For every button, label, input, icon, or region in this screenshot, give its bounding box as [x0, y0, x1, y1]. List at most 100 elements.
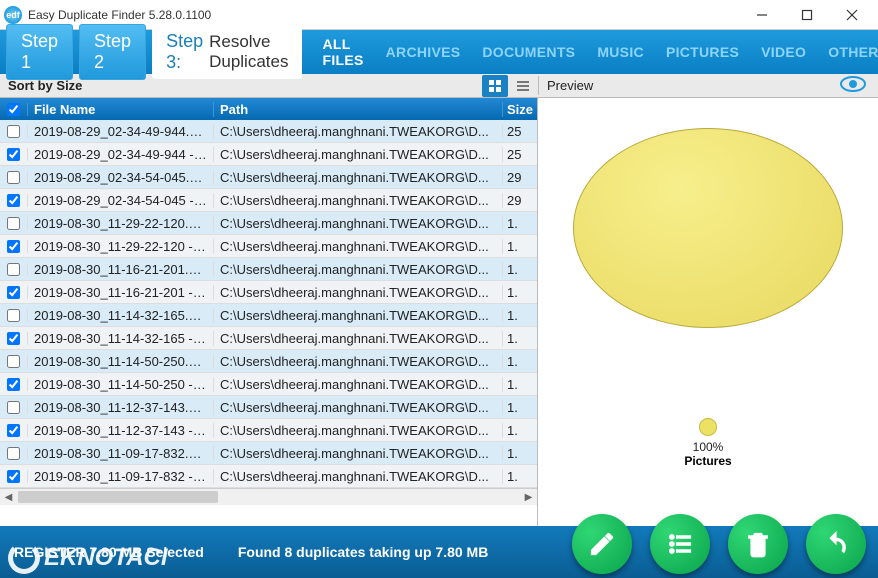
row-checkbox[interactable]	[7, 171, 20, 184]
sort-by-label[interactable]: Sort by Size	[0, 78, 482, 93]
row-path: C:\Users\dheeraj.manghnani.TWEAKORG\D...	[214, 216, 503, 231]
status-bar: REGISTER 7.80 MB Selected Found 8 duplic…	[0, 526, 878, 578]
close-button[interactable]	[829, 1, 874, 29]
table-row[interactable]: 2019-08-30_11-14-50-250.pngC:\Users\dhee…	[0, 350, 537, 373]
row-checkbox[interactable]	[7, 263, 20, 276]
row-checkbox[interactable]	[7, 125, 20, 138]
row-checkbox[interactable]	[7, 355, 20, 368]
row-checkbox-cell[interactable]	[0, 470, 28, 483]
row-checkbox-cell[interactable]	[0, 378, 28, 391]
table-row[interactable]: 2019-08-29_02-34-49-944 - C...C:\Users\d…	[0, 143, 537, 166]
table-row[interactable]: 2019-08-30_11-09-17-832 - C...C:\Users\d…	[0, 465, 537, 488]
row-checkbox-cell[interactable]	[0, 194, 28, 207]
row-checkbox[interactable]	[7, 148, 20, 161]
row-checkbox-cell[interactable]	[0, 263, 28, 276]
table-row[interactable]: 2019-08-30_11-09-17-832.pngC:\Users\dhee…	[0, 442, 537, 465]
table-row[interactable]: 2019-08-30_11-14-32-165.pngC:\Users\dhee…	[0, 304, 537, 327]
table-row[interactable]: 2019-08-29_02-34-54-045.pngC:\Users\dhee…	[0, 166, 537, 189]
horizontal-scrollbar[interactable]: ◀ ▶	[0, 488, 537, 505]
app-logo-icon: edf	[4, 6, 22, 24]
row-size: 1.	[503, 216, 537, 231]
header-checkbox-cell[interactable]	[0, 103, 28, 116]
row-checkbox[interactable]	[7, 240, 20, 253]
row-checkbox[interactable]	[7, 332, 20, 345]
row-filename: 2019-08-30_11-14-32-165.png	[28, 308, 214, 323]
table-row[interactable]: 2019-08-30_11-16-21-201.pngC:\Users\dhee…	[0, 258, 537, 281]
row-checkbox-cell[interactable]	[0, 171, 28, 184]
preview-eye-icon[interactable]	[840, 76, 866, 95]
row-path: C:\Users\dheeraj.manghnani.TWEAKORG\D...	[214, 170, 503, 185]
row-checkbox[interactable]	[7, 217, 20, 230]
row-filename: 2019-08-30_11-16-21-201 - C...	[28, 285, 214, 300]
filter-video[interactable]: VIDEO	[753, 44, 814, 60]
filter-other[interactable]: OTHER	[820, 44, 878, 60]
filter-pictures[interactable]: PICTURES	[658, 44, 747, 60]
step-3-active[interactable]: Step 3: Resolve Duplicates	[152, 25, 302, 79]
row-checkbox[interactable]	[7, 194, 20, 207]
row-checkbox[interactable]	[7, 378, 20, 391]
row-path: C:\Users\dheeraj.manghnani.TWEAKORG\D...	[214, 193, 503, 208]
row-size: 1.	[503, 469, 537, 484]
preview-panel: 100% Pictures	[538, 98, 878, 526]
column-filename[interactable]: File Name	[28, 102, 214, 117]
grid-view-icon[interactable]	[482, 75, 508, 97]
row-checkbox[interactable]	[7, 401, 20, 414]
row-checkbox[interactable]	[7, 424, 20, 437]
row-path: C:\Users\dheeraj.manghnani.TWEAKORG\D...	[214, 400, 503, 415]
row-path: C:\Users\dheeraj.manghnani.TWEAKORG\D...	[214, 446, 503, 461]
row-path: C:\Users\dheeraj.manghnani.TWEAKORG\D...	[214, 147, 503, 162]
table-row[interactable]: 2019-08-29_02-34-49-944.pngC:\Users\dhee…	[0, 120, 537, 143]
sub-header: Sort by Size Preview	[0, 74, 878, 98]
row-filename: 2019-08-30_11-12-37-143.png	[28, 400, 214, 415]
select-all-checkbox[interactable]	[7, 103, 20, 116]
maximize-button[interactable]	[784, 1, 829, 29]
table-row[interactable]: 2019-08-30_11-14-50-250 - C...C:\Users\d…	[0, 373, 537, 396]
row-checkbox-cell[interactable]	[0, 217, 28, 230]
scroll-right-icon[interactable]: ▶	[520, 489, 537, 506]
row-checkbox-cell[interactable]	[0, 447, 28, 460]
row-checkbox-cell[interactable]	[0, 355, 28, 368]
row-checkbox-cell[interactable]	[0, 240, 28, 253]
minimize-button[interactable]	[739, 1, 784, 29]
scroll-thumb[interactable]	[18, 491, 218, 503]
step-3-label: Step 3:	[166, 31, 203, 73]
table-row[interactable]: 2019-08-29_02-34-54-045 - C...C:\Users\d…	[0, 189, 537, 212]
select-list-button[interactable]	[650, 514, 710, 574]
scroll-left-icon[interactable]: ◀	[0, 489, 17, 506]
row-checkbox-cell[interactable]	[0, 309, 28, 322]
row-size: 1.	[503, 262, 537, 277]
table-body: 2019-08-29_02-34-49-944.pngC:\Users\dhee…	[0, 120, 537, 488]
row-checkbox[interactable]	[7, 286, 20, 299]
row-checkbox[interactable]	[7, 309, 20, 322]
row-checkbox-cell[interactable]	[0, 148, 28, 161]
register-status[interactable]: REGISTER 7.80 MB Selected	[14, 544, 204, 560]
column-size[interactable]: Size	[503, 102, 537, 117]
delete-button[interactable]	[728, 514, 788, 574]
row-checkbox[interactable]	[7, 447, 20, 460]
table-row[interactable]: 2019-08-30_11-29-22-120.pngC:\Users\dhee…	[0, 212, 537, 235]
step-1-button[interactable]: Step 1	[6, 24, 73, 80]
row-path: C:\Users\dheeraj.manghnani.TWEAKORG\D...	[214, 377, 503, 392]
row-checkbox-cell[interactable]	[0, 424, 28, 437]
table-row[interactable]: 2019-08-30_11-29-22-120 - C...C:\Users\d…	[0, 235, 537, 258]
table-row[interactable]: 2019-08-30_11-14-32-165 - C...C:\Users\d…	[0, 327, 537, 350]
filter-music[interactable]: MUSIC	[589, 44, 652, 60]
row-checkbox-cell[interactable]	[0, 332, 28, 345]
step-2-button[interactable]: Step 2	[79, 24, 146, 80]
window-title: Easy Duplicate Finder 5.28.0.1100	[28, 8, 739, 22]
row-checkbox[interactable]	[7, 470, 20, 483]
filter-archives[interactable]: ARCHIVES	[378, 44, 469, 60]
row-filename: 2019-08-30_11-29-22-120.png	[28, 216, 214, 231]
table-row[interactable]: 2019-08-30_11-16-21-201 - C...C:\Users\d…	[0, 281, 537, 304]
row-checkbox-cell[interactable]	[0, 125, 28, 138]
filter-documents[interactable]: DOCUMENTS	[474, 44, 583, 60]
undo-button[interactable]	[806, 514, 866, 574]
table-row[interactable]: 2019-08-30_11-12-37-143 - C...C:\Users\d…	[0, 419, 537, 442]
table-row[interactable]: 2019-08-30_11-12-37-143.pngC:\Users\dhee…	[0, 396, 537, 419]
column-path[interactable]: Path	[214, 102, 503, 117]
row-checkbox-cell[interactable]	[0, 286, 28, 299]
edit-button[interactable]	[572, 514, 632, 574]
row-checkbox-cell[interactable]	[0, 401, 28, 414]
list-view-icon[interactable]	[510, 75, 536, 97]
filter-all-files[interactable]: ALL FILES	[314, 36, 371, 68]
